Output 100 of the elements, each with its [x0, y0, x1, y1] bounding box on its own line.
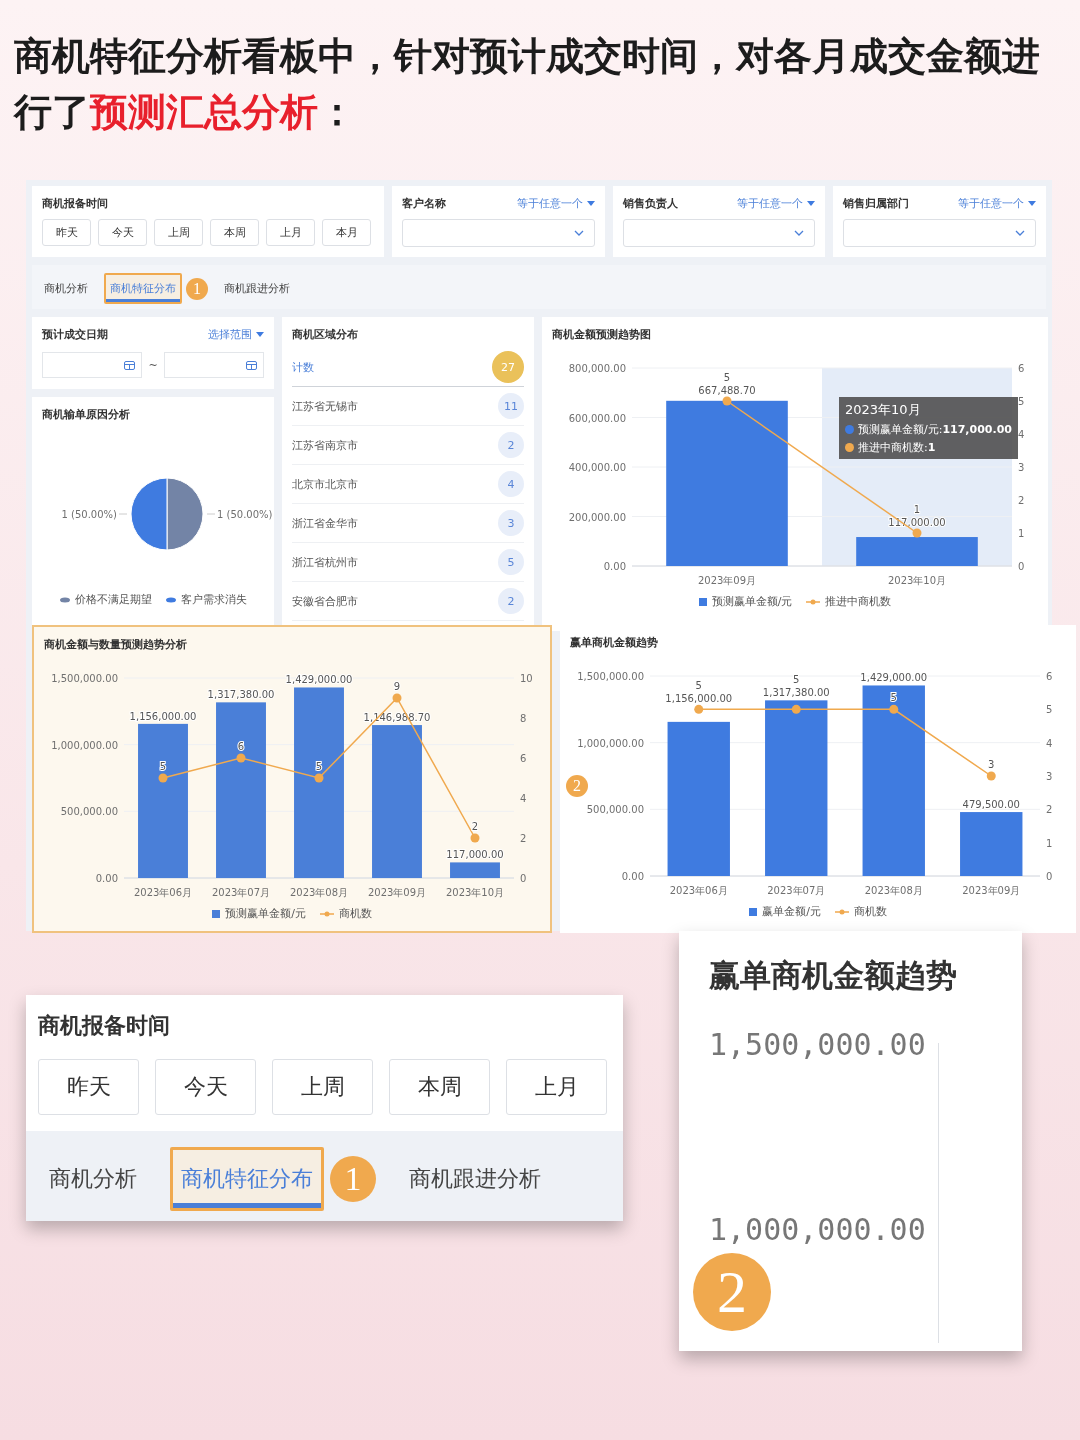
- line-point: [791, 704, 801, 714]
- axis-label: 500,000.00: [586, 804, 644, 816]
- date-preset-button[interactable]: 上周: [154, 219, 203, 246]
- tooltip-value: 推进中商机数:1: [858, 440, 936, 455]
- chevron-down-icon: [1015, 230, 1025, 236]
- axis-label: 600,000.00: [568, 412, 626, 424]
- count-badge: 11: [498, 393, 524, 419]
- axis-label: 1,500,000.00: [51, 673, 118, 684]
- axis-label: 4: [520, 793, 527, 804]
- bar-value-label: 667,488.70: [698, 385, 756, 396]
- date-field[interactable]: [163, 352, 264, 378]
- operator-dropdown[interactable]: 等于任意一个: [737, 196, 804, 211]
- line-point: [470, 833, 480, 843]
- axis-label: 0: [1046, 871, 1053, 882]
- region-name: 浙江省金华市: [292, 515, 358, 531]
- axis-label: 5: [1018, 396, 1025, 407]
- axis-label: 400,000.00: [568, 462, 626, 473]
- date-preset-button[interactable]: 昨天: [42, 219, 91, 246]
- card-title: 商机金额与数量预测趋势分析: [44, 637, 188, 652]
- line-point: [314, 773, 324, 783]
- axis-label: 2023年09月: [697, 575, 757, 586]
- operator-dropdown[interactable]: 等于任意一个: [516, 196, 583, 211]
- axis-label: 2023年10月: [445, 887, 505, 898]
- date-field[interactable]: [42, 352, 143, 378]
- axis-label: 1,500,000.00: [577, 671, 644, 682]
- range-dropdown[interactable]: 选择范围: [208, 327, 252, 342]
- chevron-down-icon: [794, 230, 805, 236]
- legend-label: 推进中商机数: [825, 594, 892, 609]
- axis-label: 6: [1046, 671, 1053, 682]
- chevron-down-icon: [573, 230, 584, 236]
- date-preset-button[interactable]: 本周: [389, 1059, 490, 1115]
- tab[interactable]: 商机特征分布: [104, 273, 182, 304]
- tab[interactable]: 商机跟进分析: [398, 1147, 552, 1211]
- axis-label: 2023年09月: [367, 887, 427, 898]
- axis-label: 4: [1046, 737, 1053, 749]
- date-preset-button[interactable]: 上周: [272, 1059, 373, 1115]
- filter-label: 销售归属部门: [843, 196, 910, 211]
- axis-label: 0: [520, 873, 527, 884]
- date-preset-button[interactable]: 上月: [506, 1059, 607, 1115]
- caret-icon: [586, 201, 595, 206]
- axis-label: 0: [1018, 561, 1025, 572]
- date-preset-button[interactable]: 昨天: [38, 1059, 139, 1115]
- point-value-label: 5: [890, 692, 897, 704]
- legend-label: 预测赢单金额/元: [225, 906, 306, 921]
- count-badge: 4: [498, 471, 524, 497]
- axis-label: 2023年10月: [887, 575, 947, 586]
- date-preset-button[interactable]: 今天: [98, 219, 147, 246]
- line-point: [912, 528, 922, 538]
- point-value-label: 5: [695, 680, 702, 692]
- card-title: 商机金额预测趋势图: [552, 327, 652, 342]
- axis-label: 1,000,000.00: [51, 739, 118, 751]
- caret-icon: [1028, 201, 1036, 206]
- bar-value-label: 1,429,000.00: [860, 672, 928, 684]
- legend-label: 商机数: [338, 906, 372, 921]
- date-preset-button[interactable]: 上月: [266, 219, 315, 246]
- count-badge: 5: [498, 549, 524, 575]
- date-preset-button[interactable]: 本月: [322, 219, 371, 246]
- legend-label: 价格不满足期望: [74, 592, 152, 607]
- axis-label: 6: [1018, 363, 1025, 374]
- axis-label: 0.00: [621, 871, 644, 882]
- legend-marker-icon: [165, 596, 176, 603]
- select-field[interactable]: [622, 219, 816, 247]
- count-badge: 2: [498, 432, 524, 458]
- filter-label: 客户名称: [402, 196, 446, 211]
- callout-badge: 1: [186, 277, 208, 300]
- legend-square-icon: [749, 907, 758, 916]
- bar-value-label: 117,000.00: [446, 849, 504, 861]
- line-point: [392, 693, 402, 703]
- point-value-label: 3: [988, 759, 995, 770]
- tab[interactable]: 商机分析: [38, 273, 94, 304]
- filter-label: 商机报备时间: [38, 1012, 171, 1040]
- axis-label: 2023年06月: [133, 887, 193, 898]
- axis-label: 0.00: [603, 561, 626, 572]
- count-badge: 3: [498, 510, 524, 536]
- point-value-label: 5: [723, 372, 731, 383]
- axis-label: 1: [1046, 837, 1053, 849]
- axis-label: 2023年08月: [864, 885, 923, 896]
- operator-dropdown[interactable]: 等于任意一个: [958, 196, 1024, 211]
- legend-label: 客户需求消失: [180, 592, 247, 607]
- line-point: [158, 773, 168, 783]
- callout-badge: 2: [566, 775, 588, 797]
- point-value-label: 9: [393, 681, 401, 692]
- bar-value-label: 1,156,000.00: [665, 693, 733, 705]
- legend-marker-icon: [59, 596, 70, 603]
- axis-label: 500,000.00: [60, 806, 118, 818]
- region-name: 北京市北京市: [292, 476, 358, 492]
- tab[interactable]: 商机分析: [38, 1147, 148, 1211]
- select-field[interactable]: [402, 219, 595, 247]
- date-preset-button[interactable]: 今天: [155, 1059, 256, 1115]
- chart-title: 赢单商机金额趋势: [709, 957, 957, 993]
- axis-label: 8: [520, 713, 527, 724]
- date-preset-button[interactable]: 本周: [210, 219, 259, 246]
- total-count-badge: 27: [492, 351, 524, 383]
- axis-label: 2023年07月: [211, 887, 271, 898]
- point-value-label: 5: [315, 761, 323, 772]
- axis-label: 2: [520, 833, 527, 844]
- axis-label: 10: [520, 673, 533, 684]
- select-field[interactable]: [843, 219, 1036, 247]
- tab[interactable]: 商机跟进分析: [218, 273, 296, 304]
- legend-line-icon: [806, 597, 821, 606]
